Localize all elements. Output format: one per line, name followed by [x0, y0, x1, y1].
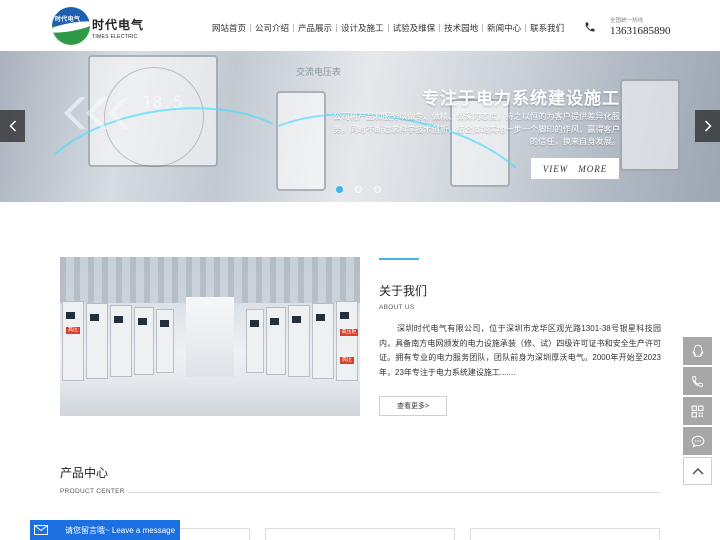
product-center-divider: [128, 492, 660, 493]
side-qq-button[interactable]: [683, 337, 712, 365]
about-description: 深圳时代电气有限公司，位于深圳市龙华区观光路1301-38号银星科技园内，具备南…: [379, 324, 661, 377]
product-card[interactable]: [265, 528, 455, 540]
nav-item-design[interactable]: 设计及施工: [337, 22, 388, 34]
nav-item-products[interactable]: 产品展示: [294, 22, 336, 34]
mail-icon: [34, 525, 48, 535]
banner-view-more-button[interactable]: VIEW MORE: [531, 158, 619, 179]
hotline-number[interactable]: 13631685890: [610, 25, 671, 37]
logo-emblem-icon: 时代电气: [52, 7, 90, 45]
about-photo: 高压 高压柜 高压: [60, 257, 360, 416]
product-center-title: 产品中心: [60, 466, 109, 480]
qr-code-icon: [691, 405, 704, 417]
photo-warning-tag: 高压: [66, 327, 80, 334]
banner-prev-button[interactable]: [0, 110, 25, 142]
logo-chinese-name: 时代电气: [92, 18, 145, 32]
banner-meter-label: 交流电压表: [296, 68, 342, 78]
back-to-top-icon: [691, 467, 704, 475]
about-more-button[interactable]: 查看更多>: [379, 396, 447, 416]
banner-dot[interactable]: [355, 186, 362, 193]
photo-warning-tag: 高压: [340, 357, 354, 364]
banner-pagination: [336, 186, 381, 194]
phone-icon: [585, 22, 595, 32]
back-to-top-button[interactable]: [683, 457, 712, 485]
leave-message-bar[interactable]: 请您留言哦~ Leave a message: [30, 520, 180, 540]
chevron-right-icon: [704, 120, 712, 132]
product-card[interactable]: [470, 528, 660, 540]
banner-dot[interactable]: [336, 186, 343, 193]
product-center-subtitle: PRODUCT CENTER: [60, 488, 125, 495]
side-phone-button[interactable]: [683, 367, 712, 395]
banner-next-button[interactable]: [695, 110, 720, 142]
logo-english-name: TIMES ELECTRIC: [92, 34, 138, 40]
leave-message-label: 请您留言哦~ Leave a message: [65, 525, 176, 535]
hotline-label: 全国统一热线: [610, 18, 644, 24]
qq-icon: [692, 344, 703, 357]
nav-item-news[interactable]: 新闻中心: [483, 22, 525, 34]
chat-icon: [691, 435, 704, 448]
nav-item-tech[interactable]: 技术园地: [440, 22, 482, 34]
banner-chevron-decoration: [64, 97, 130, 129]
banner-dot[interactable]: [374, 186, 381, 193]
phone-icon: [692, 375, 703, 387]
nav-item-home[interactable]: 网站首页: [208, 22, 250, 34]
site-logo[interactable]: 时代电气 时代电气 TIMES ELECTRIC: [52, 7, 152, 45]
main-nav: 网站首页 公司介绍 产品展示 设计及施工 试验及维保 技术园地 新闻中心 联系我…: [208, 22, 568, 34]
photo-warning-tag: 高压柜: [340, 329, 358, 336]
banner-description: 公司将产品和服务以做专、做精、做深的态度，持之以恒的为客户提供差异化服务。同时不…: [333, 112, 620, 146]
banner-title: 专注于电力系统建设施工: [422, 89, 620, 108]
nav-item-contact[interactable]: 联系我们: [526, 22, 568, 34]
about-accent-line: [379, 258, 419, 260]
about-subtitle: ABOUT US: [379, 304, 415, 311]
side-chat-button[interactable]: [683, 427, 712, 455]
about-title: 关于我们: [379, 284, 428, 298]
nav-item-testing[interactable]: 试验及维保: [389, 22, 440, 34]
chevron-left-icon: [8, 120, 16, 132]
site-header: 时代电气 时代电气 TIMES ELECTRIC 网站首页 公司介绍 产品展示 …: [0, 0, 720, 51]
nav-item-company[interactable]: 公司介绍: [251, 22, 293, 34]
banner-meter-decoration: [620, 79, 680, 171]
side-qr-code-button[interactable]: [683, 397, 712, 425]
hotline: 全国统一热线 13631685890: [584, 16, 714, 40]
